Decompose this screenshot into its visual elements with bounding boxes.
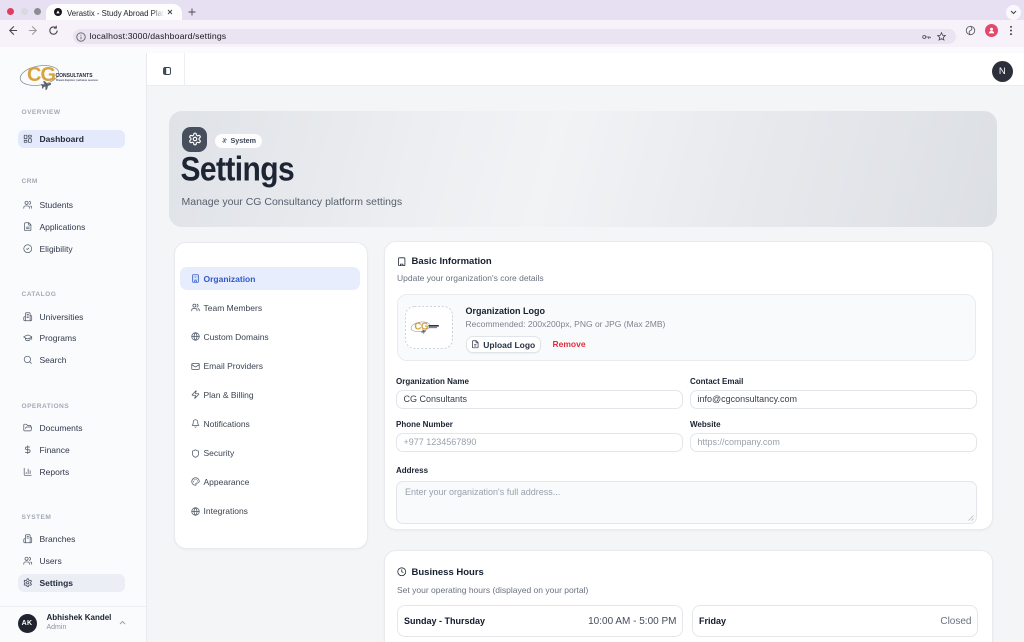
- svg-text:CG: CG: [27, 64, 55, 86]
- svg-text:Dream Explore | achieve succes: Dream Explore | achieve success: [56, 78, 98, 82]
